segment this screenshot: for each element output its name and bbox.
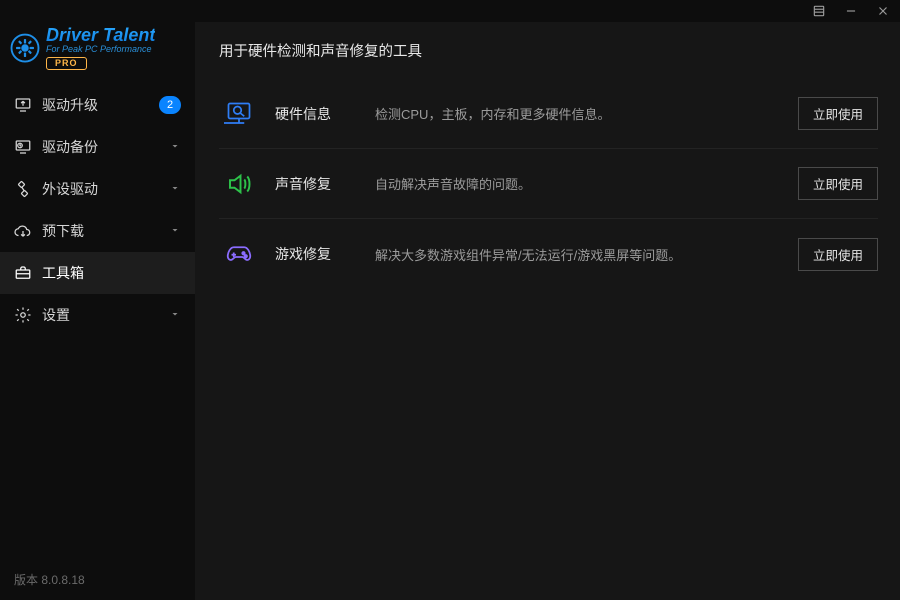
sidebar-nav: 驱动升级 2 驱动备份 外设驱动 预 — [0, 84, 195, 561]
toolbox-icon — [14, 264, 32, 282]
tool-list: 硬件信息 检测CPU，主板，内存和更多硬件信息。 立即使用 声音修复 自动解决声… — [219, 79, 878, 289]
tool-row-hardware-info: 硬件信息 检测CPU，主板，内存和更多硬件信息。 立即使用 — [219, 79, 878, 149]
app-body: Driver Talent For Peak PC Performance PR… — [0, 22, 900, 600]
sidebar-item-settings[interactable]: 设置 — [0, 294, 195, 336]
gear-icon — [14, 306, 32, 324]
game-repair-icon — [219, 234, 259, 274]
sidebar-item-label: 预下载 — [42, 221, 159, 241]
tool-desc: 检测CPU，主板，内存和更多硬件信息。 — [375, 104, 798, 123]
sidebar-item-toolbox[interactable]: 工具箱 — [0, 252, 195, 294]
brand-logo-icon — [10, 33, 40, 63]
update-count-badge: 2 — [159, 96, 181, 114]
caret-down-icon — [169, 140, 181, 155]
sidebar-item-driver-upgrade[interactable]: 驱动升级 2 — [0, 84, 195, 126]
tool-desc: 解决大多数游戏组件异常/无法运行/游戏黑屏等问题。 — [375, 245, 798, 264]
tool-name: 游戏修复 — [275, 244, 375, 264]
page-title: 用于硬件检测和声音修复的工具 — [219, 40, 878, 61]
version-prefix: 版本 — [14, 573, 38, 587]
use-now-button[interactable]: 立即使用 — [798, 97, 878, 130]
menu-icon[interactable] — [810, 2, 828, 20]
caret-down-icon — [169, 182, 181, 197]
brand-subtitle: For Peak PC Performance — [46, 45, 155, 54]
use-now-button[interactable]: 立即使用 — [798, 238, 878, 271]
sidebar-item-label: 外设驱动 — [42, 179, 159, 199]
minimize-icon[interactable] — [842, 2, 860, 20]
version-number: 8.0.8.18 — [41, 573, 84, 587]
sidebar-item-driver-backup[interactable]: 驱动备份 — [0, 126, 195, 168]
brand: Driver Talent For Peak PC Performance PR… — [0, 22, 195, 84]
main-panel: 用于硬件检测和声音修复的工具 硬件信息 检测CPU，主板，内存和更多硬件信息。 … — [195, 22, 900, 600]
backup-icon — [14, 138, 32, 156]
hardware-info-icon — [219, 94, 259, 134]
caret-down-icon — [169, 308, 181, 323]
sidebar-item-peripherals[interactable]: 外设驱动 — [0, 168, 195, 210]
sound-repair-icon — [219, 164, 259, 204]
tool-row-game-repair: 游戏修复 解决大多数游戏组件异常/无法运行/游戏黑屏等问题。 立即使用 — [219, 219, 878, 289]
sidebar-item-label: 驱动备份 — [42, 137, 159, 157]
tool-name: 声音修复 — [275, 174, 375, 194]
usb-icon — [14, 180, 32, 198]
close-icon[interactable] — [874, 2, 892, 20]
titlebar — [0, 0, 900, 22]
brand-title: Driver Talent — [46, 26, 155, 44]
sidebar: Driver Talent For Peak PC Performance PR… — [0, 22, 195, 600]
version-label: 版本 8.0.8.18 — [0, 561, 195, 600]
brand-badge: PRO — [46, 57, 87, 70]
sidebar-item-predownload[interactable]: 预下载 — [0, 210, 195, 252]
tool-row-sound-repair: 声音修复 自动解决声音故障的问题。 立即使用 — [219, 149, 878, 219]
caret-down-icon — [169, 224, 181, 239]
tool-desc: 自动解决声音故障的问题。 — [375, 174, 798, 193]
tool-name: 硬件信息 — [275, 104, 375, 124]
cloud-download-icon — [14, 222, 32, 240]
brand-text: Driver Talent For Peak PC Performance PR… — [46, 26, 155, 70]
sidebar-item-label: 工具箱 — [42, 263, 181, 283]
sidebar-item-label: 设置 — [42, 305, 159, 325]
monitor-up-icon — [14, 96, 32, 114]
sidebar-item-label: 驱动升级 — [42, 95, 149, 115]
use-now-button[interactable]: 立即使用 — [798, 167, 878, 200]
